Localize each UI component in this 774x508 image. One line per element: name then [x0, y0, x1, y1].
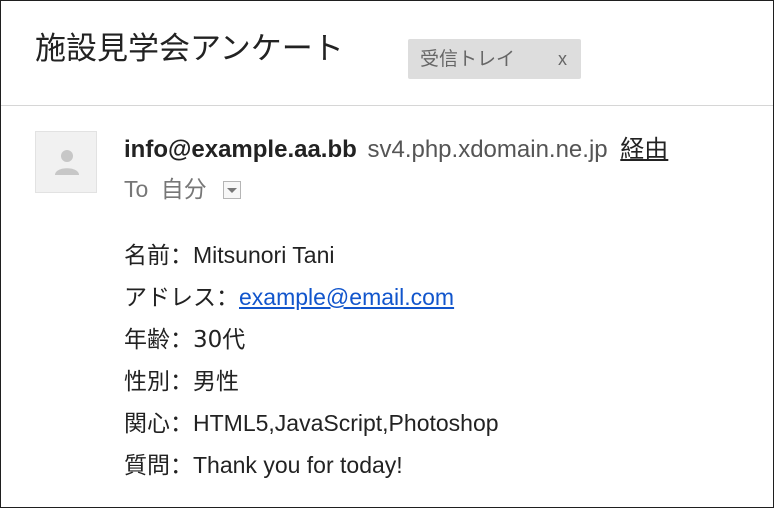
sender-line: info@example.aa.bb sv4.php.xdomain.ne.jp…: [124, 133, 668, 165]
to-label: To: [124, 176, 149, 202]
field-value: HTML5,JavaScript,Photoshop: [193, 410, 499, 436]
field-value: 30代: [193, 327, 246, 353]
field-separator: ：: [170, 411, 193, 437]
field-row-interest: 関心：HTML5,JavaScript,Photoshop: [124, 402, 499, 444]
inbox-label-text: 受信トレイ: [420, 48, 516, 70]
field-label: 関心: [124, 411, 170, 437]
field-label: 質問: [124, 453, 170, 479]
field-label: 性別: [124, 369, 170, 395]
email-link[interactable]: example@email.com: [239, 284, 454, 310]
field-row-gender: 性別：男性: [124, 360, 499, 402]
field-separator: ：: [216, 285, 239, 311]
sender-via-domain: sv4.php.xdomain.ne.jp: [367, 136, 608, 163]
field-row-age: 年齢：30代: [124, 318, 499, 360]
field-row-question: 質問：Thank you for today!: [124, 444, 499, 486]
via-info-link[interactable]: 経由: [620, 135, 668, 163]
sender-avatar[interactable]: [35, 131, 97, 193]
sender-email[interactable]: info@example.aa.bb: [124, 136, 357, 163]
remove-label-button[interactable]: x: [558, 39, 567, 79]
email-header: 施設見学会アンケート 受信トレイ x: [1, 1, 773, 106]
inbox-label-chip[interactable]: 受信トレイ x: [408, 39, 581, 79]
email-body: 名前：Mitsunori Tani アドレス：example@email.com…: [124, 234, 499, 486]
field-separator: ：: [170, 243, 193, 269]
person-icon: [55, 150, 79, 175]
field-label: 年齢: [124, 327, 170, 353]
field-row-name: 名前：Mitsunori Tani: [124, 234, 499, 276]
field-value: Mitsunori Tani: [193, 242, 335, 268]
email-subject: 施設見学会アンケート: [35, 31, 344, 67]
field-separator: ：: [170, 369, 193, 395]
field-label: アドレス: [124, 285, 216, 311]
field-value: 男性: [193, 369, 239, 395]
recipient-name: 自分: [160, 177, 207, 203]
field-label: 名前: [124, 243, 170, 269]
field-row-address: アドレス：example@email.com: [124, 276, 499, 318]
chevron-down-icon: [227, 188, 238, 193]
field-value: Thank you for today!: [193, 452, 403, 478]
field-separator: ：: [170, 453, 193, 479]
email-view: 施設見学会アンケート 受信トレイ x info@example.aa.bb sv…: [0, 0, 774, 508]
field-separator: ：: [170, 327, 193, 353]
recipient-line: To 自分: [124, 173, 242, 205]
show-details-button[interactable]: [223, 181, 242, 199]
